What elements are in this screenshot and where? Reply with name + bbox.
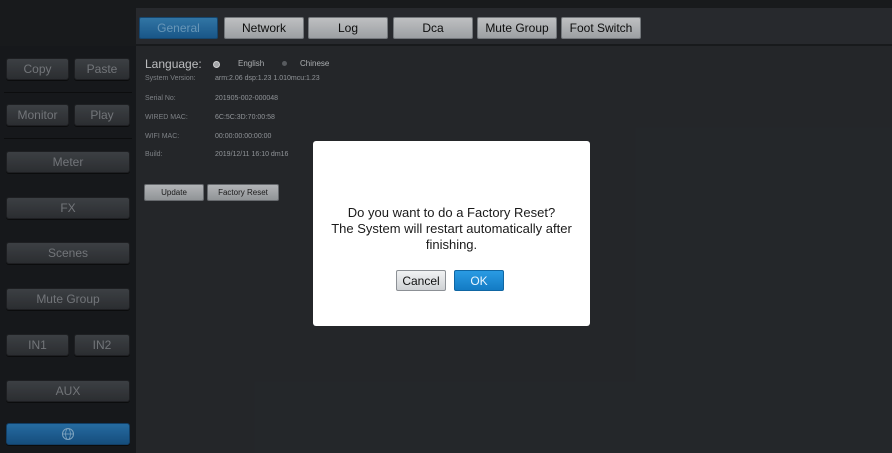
- dialog-message-line: The System will restart automatically af…: [331, 221, 572, 236]
- factory-reset-dialog: Do you want to do a Factory Reset? The S…: [313, 141, 590, 326]
- dialog-message: Do you want to do a Factory Reset? The S…: [313, 205, 590, 253]
- dialog-message-line: Do you want to do a Factory Reset?: [347, 205, 556, 220]
- ok-button[interactable]: OK: [454, 270, 504, 291]
- cancel-button[interactable]: Cancel: [396, 270, 446, 291]
- dialog-message-line: finishing.: [425, 237, 478, 252]
